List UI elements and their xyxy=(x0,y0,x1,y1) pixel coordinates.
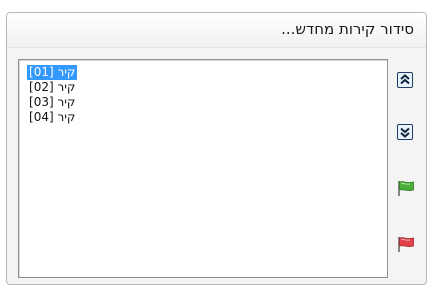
move-up-button[interactable] xyxy=(396,71,414,89)
side-toolbar xyxy=(386,59,426,278)
green-flag-icon xyxy=(398,181,414,196)
double-chevron-down-icon xyxy=(397,124,413,140)
list-item[interactable]: קיר [01] xyxy=(27,65,383,80)
list-item[interactable]: קיר [04] xyxy=(27,110,383,125)
title-bar: סידור קירות מחדש... xyxy=(7,13,426,48)
list-item-label: קיר [03] xyxy=(29,95,76,109)
dialog-title: סידור קירות מחדש... xyxy=(281,20,414,38)
reorder-walls-dialog: סידור קירות מחדש... קיר [01] קיר [02] קי… xyxy=(6,12,427,285)
double-chevron-up-icon xyxy=(397,72,413,88)
list-item-label: קיר [01] xyxy=(27,65,78,80)
move-down-button[interactable] xyxy=(396,123,414,141)
walls-listbox[interactable]: קיר [01] קיר [02] קיר [03] קיר [04] xyxy=(18,59,388,278)
red-flag-icon xyxy=(398,237,414,252)
red-flag-button[interactable] xyxy=(396,235,414,253)
list-item[interactable]: קיר [03] xyxy=(27,95,383,110)
list-item-label: קיר [04] xyxy=(29,110,76,124)
walls-list: קיר [01] קיר [02] קיר [03] קיר [04] xyxy=(27,65,383,273)
list-item-label: קיר [02] xyxy=(29,80,76,94)
green-flag-button[interactable] xyxy=(396,179,414,197)
list-item[interactable]: קיר [02] xyxy=(27,80,383,95)
